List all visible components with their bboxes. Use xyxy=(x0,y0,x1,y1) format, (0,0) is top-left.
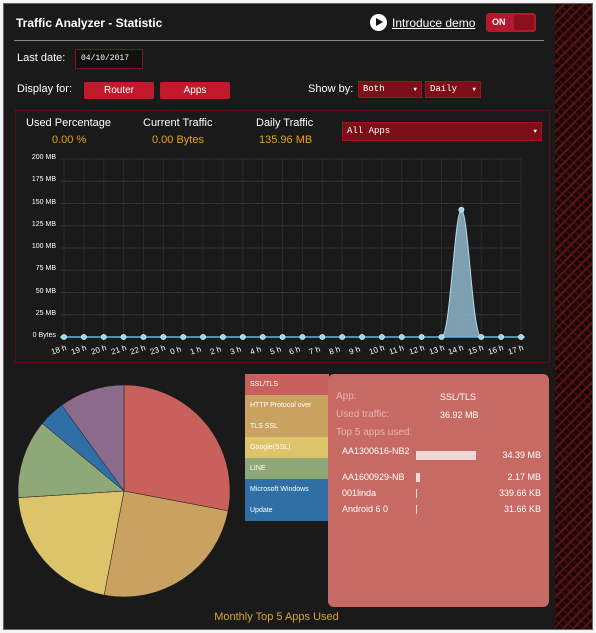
legend-item[interactable]: HTTP Protocol over xyxy=(245,395,329,416)
tooltip-usage-bar xyxy=(416,489,417,498)
legend-item[interactable]: LINE xyxy=(245,458,329,479)
data-point[interactable] xyxy=(160,334,167,340)
background-pattern xyxy=(555,4,592,629)
tooltip-top5-label: Top 5 apps used: xyxy=(336,427,413,438)
data-point[interactable] xyxy=(438,334,445,340)
legend-item[interactable]: Update xyxy=(245,500,329,521)
tooltip-app-value: 2.17 MB xyxy=(507,472,541,482)
data-point[interactable] xyxy=(379,334,385,340)
traffic-area xyxy=(441,209,482,338)
tooltip-usage-bar xyxy=(416,451,476,460)
monthly-apps-pie-chart xyxy=(17,384,231,598)
pie-slice[interactable] xyxy=(123,384,231,512)
legend-item[interactable]: SSL/TLS xyxy=(245,374,329,395)
tooltip-app-value: SSL/TLS xyxy=(440,392,477,402)
tooltip-app-value: 339.66 KB xyxy=(498,488,541,498)
y-tick-label: 25 MB xyxy=(35,309,56,317)
data-point[interactable] xyxy=(518,334,524,340)
data-point[interactable] xyxy=(120,334,127,340)
data-point[interactable] xyxy=(220,334,226,340)
legend-item[interactable]: Google(SSL) xyxy=(245,437,329,458)
y-tick-label: 150 MB xyxy=(31,198,56,206)
tooltip-app-name: 001linda xyxy=(342,488,377,498)
tooltip-app-label: App: xyxy=(336,391,357,402)
data-point[interactable] xyxy=(200,334,206,340)
data-point[interactable] xyxy=(319,334,326,340)
data-point[interactable] xyxy=(339,334,346,340)
tooltip-app-name: AA1300616-NB2 xyxy=(342,446,410,456)
tooltip-used-traffic-value: 36.92 MB xyxy=(440,410,479,420)
data-point[interactable] xyxy=(140,334,147,340)
data-point[interactable] xyxy=(418,334,425,340)
app-detail-tooltip: App: SSL/TLS Used traffic: 36.92 MB Top … xyxy=(328,374,549,607)
pie-chart-title: Monthly Top 5 Apps Used xyxy=(214,611,339,623)
data-point[interactable] xyxy=(359,334,365,340)
y-tick-label: 0 Bytes xyxy=(32,332,56,339)
data-point[interactable] xyxy=(239,334,246,340)
tooltip-used-traffic-label: Used traffic: xyxy=(336,409,390,420)
y-tick-label: 50 MB xyxy=(35,287,56,295)
traffic-analyzer-panel: Traffic Analyzer - Statistic Introduce d… xyxy=(3,3,593,630)
tooltip-app-name: Android 6 0 xyxy=(342,504,389,514)
data-point[interactable] xyxy=(100,334,107,340)
data-point[interactable] xyxy=(398,334,405,340)
tooltip-app-value: 31.66 KB xyxy=(503,504,541,514)
data-point[interactable] xyxy=(80,334,87,340)
tooltip-usage-bar xyxy=(416,473,420,482)
data-point[interactable] xyxy=(299,334,306,340)
tooltip-usage-bar xyxy=(416,505,417,514)
data-point[interactable] xyxy=(61,334,67,340)
y-tick-label: 75 MB xyxy=(35,265,56,273)
data-point[interactable] xyxy=(478,334,485,340)
daily-traffic-chart xyxy=(60,158,525,340)
data-point[interactable] xyxy=(180,334,187,340)
y-tick-label: 175 MB xyxy=(31,176,56,184)
y-tick-label: 200 MB xyxy=(31,154,56,161)
legend-item[interactable]: TLS SSL xyxy=(245,416,329,437)
pie-legend: SSL/TLS HTTP Protocol over TLS SSL Google(S… xyxy=(245,374,329,521)
data-point[interactable] xyxy=(259,334,266,340)
data-point[interactable] xyxy=(498,334,505,340)
legend-item[interactable]: Microsoft Windows xyxy=(245,479,329,500)
y-tick-label: 100 MB xyxy=(31,243,56,250)
y-tick-label: 125 MB xyxy=(31,220,56,228)
data-point[interactable] xyxy=(458,206,465,213)
data-point[interactable] xyxy=(279,334,286,340)
tooltip-app-name: AA1600929-NB xyxy=(342,472,405,482)
tooltip-app-value: 34.39 MB xyxy=(502,450,541,460)
